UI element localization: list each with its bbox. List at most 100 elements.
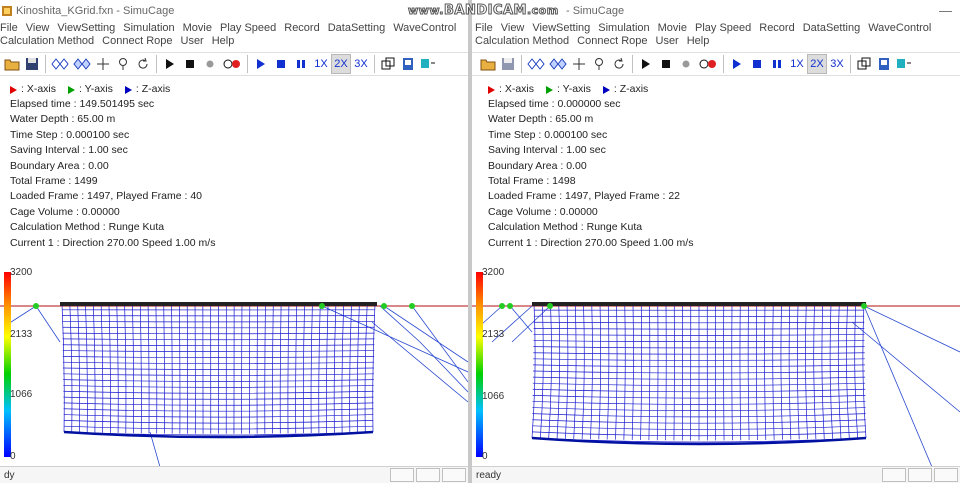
mooring-ropes xyxy=(7,305,468,467)
title-bar[interactable]: Kinoshita_KGrid.fxn - SimuCage xyxy=(0,0,468,22)
net-vertical-line xyxy=(116,303,119,433)
net-vertical-line xyxy=(731,303,733,441)
record-dot-icon[interactable] xyxy=(200,54,220,74)
net-vertical-line xyxy=(171,303,173,434)
menu-view[interactable]: View xyxy=(26,22,50,35)
copy-view-icon[interactable] xyxy=(854,54,874,74)
net-vertical-line xyxy=(772,303,775,440)
menu-wavecontrol[interactable]: WaveControl xyxy=(393,22,456,35)
menu-simulation[interactable]: Simulation xyxy=(123,22,174,35)
speed-3x-button[interactable]: 3X xyxy=(827,54,847,74)
legend-z-axis: : Z-axis xyxy=(124,82,170,97)
mooring-rope xyxy=(35,305,61,343)
flip-view-icon[interactable] xyxy=(547,54,569,74)
depth-colorbar xyxy=(476,272,483,457)
menu-user[interactable]: User xyxy=(181,35,204,48)
rotate-view-icon[interactable] xyxy=(49,54,71,74)
menu-calculation-method[interactable]: Calculation Method xyxy=(475,35,569,48)
window-icon[interactable] xyxy=(398,54,418,74)
split-view-icon[interactable] xyxy=(418,54,438,74)
stop-playback-icon[interactable] xyxy=(747,54,767,74)
pause-icon[interactable] xyxy=(291,54,311,74)
menu-calculation-method[interactable]: Calculation Method xyxy=(0,35,94,48)
net-vertical-line xyxy=(264,303,266,434)
speed-1x-button[interactable]: 1X xyxy=(787,54,807,74)
menu-help[interactable]: Help xyxy=(687,35,710,48)
status-pane xyxy=(390,468,414,482)
menu-file[interactable]: File xyxy=(0,22,18,35)
colorbar-label-bottom: 0 xyxy=(10,451,16,462)
save-icon[interactable] xyxy=(498,54,518,74)
menu-file[interactable]: File xyxy=(475,22,493,35)
open-folder-icon[interactable] xyxy=(2,54,22,74)
menu-record[interactable]: Record xyxy=(284,22,319,35)
menu-simulation[interactable]: Simulation xyxy=(598,22,649,35)
cage-volume: Cage Volume : 0.00000 xyxy=(10,205,120,218)
zoom-icon[interactable] xyxy=(589,54,609,74)
buoy-marker xyxy=(507,303,513,309)
menu-record[interactable]: Record xyxy=(759,22,794,35)
record-icon[interactable] xyxy=(220,54,244,74)
boundary-area: Boundary Area : 0.00 xyxy=(10,159,109,172)
zoom-icon[interactable] xyxy=(113,54,133,74)
reset-rotation-icon[interactable] xyxy=(133,54,153,74)
net-vertical-line xyxy=(606,303,610,440)
menu-wavecontrol[interactable]: WaveControl xyxy=(868,22,931,35)
menu-connect-rope[interactable]: Connect Rope xyxy=(577,35,647,48)
save-icon[interactable] xyxy=(22,54,42,74)
menu-help[interactable]: Help xyxy=(212,35,235,48)
play-icon[interactable] xyxy=(636,54,656,74)
net-vertical-line xyxy=(132,303,135,434)
net-cage-viewport[interactable] xyxy=(472,262,960,467)
mooring-rope xyxy=(411,305,468,383)
menu-datasetting[interactable]: DataSetting xyxy=(328,22,385,35)
play-icon[interactable] xyxy=(160,54,180,74)
play-forward-icon[interactable] xyxy=(251,54,271,74)
move-icon[interactable] xyxy=(93,54,113,74)
window-icon[interactable] xyxy=(874,54,894,74)
legend-y-axis: : Y-axis xyxy=(546,82,591,97)
menu-viewsetting[interactable]: ViewSetting xyxy=(532,22,590,35)
simucage-window-right: - SimuCage — File View ViewSetting Simul… xyxy=(472,0,960,483)
copy-view-icon[interactable] xyxy=(378,54,398,74)
colorbar-label-mid2: 1066 xyxy=(482,391,505,402)
calculation-method: Calculation Method : Runge Kuta xyxy=(488,221,643,234)
menu-viewsetting[interactable]: ViewSetting xyxy=(57,22,115,35)
flip-view-icon[interactable] xyxy=(71,54,93,74)
mooring-rope xyxy=(863,305,933,467)
record-icon[interactable] xyxy=(696,54,720,74)
pause-icon[interactable] xyxy=(767,54,787,74)
menu-connect-rope[interactable]: Connect Rope xyxy=(102,35,172,48)
menu-view[interactable]: View xyxy=(501,22,525,35)
reset-rotation-icon[interactable] xyxy=(609,54,629,74)
status-bar: dy xyxy=(0,466,468,483)
rotate-view-icon[interactable] xyxy=(525,54,547,74)
play-forward-icon[interactable] xyxy=(727,54,747,74)
stop-playback-icon[interactable] xyxy=(271,54,291,74)
move-icon[interactable] xyxy=(569,54,589,74)
stop-icon[interactable] xyxy=(180,54,200,74)
net-vertical-line xyxy=(615,303,618,440)
record-dot-icon[interactable] xyxy=(676,54,696,74)
net-vertical-line xyxy=(573,303,577,439)
speed-1x-button[interactable]: 1X xyxy=(311,54,331,74)
menu-user[interactable]: User xyxy=(656,35,679,48)
menu-play-speed[interactable]: Play Speed xyxy=(695,22,751,35)
menu-movie[interactable]: Movie xyxy=(183,22,212,35)
menu-play-speed[interactable]: Play Speed xyxy=(220,22,276,35)
speed-3x-button[interactable]: 3X xyxy=(351,54,371,74)
minimize-icon[interactable]: — xyxy=(939,3,952,18)
status-text: dy xyxy=(4,469,15,481)
net-vertical-line xyxy=(796,303,800,440)
menu-movie[interactable]: Movie xyxy=(658,22,687,35)
net-cage-viewport[interactable] xyxy=(0,262,468,467)
stop-icon[interactable] xyxy=(656,54,676,74)
mooring-rope xyxy=(7,305,37,325)
speed-2x-button[interactable]: 2X xyxy=(807,54,827,74)
net-vertical-line xyxy=(665,303,667,441)
total-frame: Total Frame : 1499 xyxy=(10,175,98,188)
menu-datasetting[interactable]: DataSetting xyxy=(803,22,860,35)
split-view-icon[interactable] xyxy=(894,54,914,74)
open-folder-icon[interactable] xyxy=(478,54,498,74)
speed-2x-button[interactable]: 2X xyxy=(331,54,351,74)
